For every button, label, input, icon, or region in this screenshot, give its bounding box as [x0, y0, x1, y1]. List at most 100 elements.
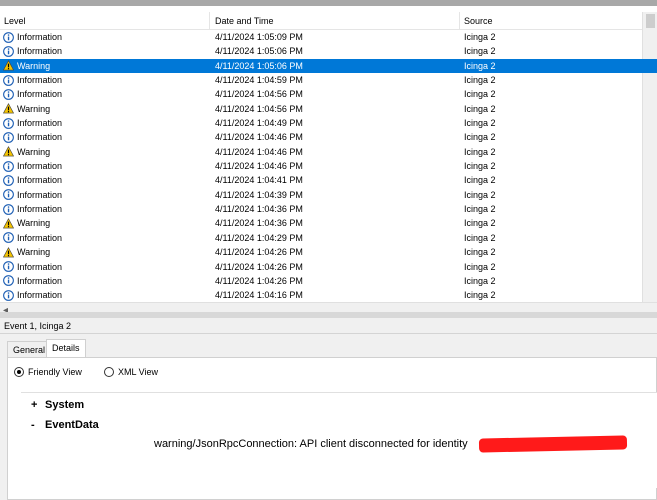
event-detail-pane: Event 1, Icinga 2 General Details Friend…: [0, 318, 657, 500]
level-cell: Warning: [2, 102, 50, 116]
level-cell: Information: [3, 260, 62, 274]
information-icon: [3, 88, 14, 100]
event-row[interactable]: Information 4/11/2024 1:04:39 PM Icinga 2: [0, 188, 657, 202]
event-list-grid: Level Date and Time Source Information 4/…: [0, 0, 657, 318]
date-time-cell: 4/11/2024 1:04:56 PM: [215, 89, 303, 100]
xml-view-radio[interactable]: XML View: [104, 367, 158, 377]
level-text: Information: [17, 175, 63, 186]
source-cell: Icinga 2: [464, 46, 496, 57]
event-row[interactable]: Information 4/11/2024 1:04:49 PM Icinga 2: [0, 116, 657, 130]
source-cell: Icinga 2: [464, 60, 496, 71]
level-cell: Information: [3, 274, 62, 288]
level-text: Information: [17, 46, 63, 57]
event-row[interactable]: Information 4/11/2024 1:04:26 PM Icinga 2: [0, 274, 657, 288]
xml-view-label: XML View: [118, 367, 159, 377]
date-time-cell: 4/11/2024 1:04:29 PM: [215, 232, 303, 243]
source-cell: Icinga 2: [464, 75, 496, 86]
event-row[interactable]: Information 4/11/2024 1:05:06 PM Icinga 2: [0, 44, 657, 58]
level-text: Information: [17, 161, 63, 172]
warning-icon: [2, 103, 15, 114]
event-row[interactable]: Information 4/11/2024 1:04:16 PM Icinga 2: [0, 288, 657, 302]
level-cell: Warning: [2, 245, 51, 259]
date-time-cell: 4/11/2024 1:04:46 PM: [215, 132, 303, 143]
column-header-row: Level Date and Time Source: [0, 12, 642, 30]
expand-icon[interactable]: +: [31, 399, 45, 411]
information-icon: [3, 275, 14, 287]
level-cell: Information: [3, 231, 62, 245]
event-row[interactable]: Information 4/11/2024 1:04:46 PM Icinga 2: [0, 159, 657, 173]
level-cell: Warning: [2, 59, 50, 73]
date-time-cell: 4/11/2024 1:04:46 PM: [215, 161, 303, 172]
event-data-message: warning/JsonRpcConnection: API client di…: [154, 438, 468, 450]
event-row[interactable]: Information 4/11/2024 1:05:09 PM Icinga 2: [0, 30, 657, 44]
level-text: Information: [17, 75, 63, 86]
event-row[interactable]: Warning 4/11/2024 1:04:26 PM Icinga 2: [0, 245, 657, 259]
event-row[interactable]: Information 4/11/2024 1:04:46 PM Icinga 2: [0, 130, 657, 144]
radio-unselected-icon[interactable]: [104, 367, 114, 377]
date-time-cell: 4/11/2024 1:05:09 PM: [215, 32, 303, 42]
scrollbar-thumb[interactable]: [646, 14, 655, 28]
friendly-view-radio[interactable]: Friendly View: [14, 367, 82, 377]
event-detail-title: Event 1, Icinga 2: [0, 318, 657, 334]
level-text: Information: [17, 275, 63, 286]
column-header-level[interactable]: Level: [0, 12, 210, 30]
level-text: Information: [17, 32, 63, 42]
information-icon: [3, 189, 14, 201]
radio-selected-icon[interactable]: [14, 367, 24, 377]
level-cell: Warning: [2, 216, 51, 230]
level-cell: Information: [3, 188, 62, 202]
source-cell: Icinga 2: [464, 32, 496, 42]
collapse-icon[interactable]: -: [31, 419, 45, 431]
level-cell: Warning: [2, 145, 51, 159]
source-cell: Icinga 2: [464, 189, 496, 200]
information-icon: [3, 74, 14, 86]
date-time-cell: 4/11/2024 1:04:36 PM: [215, 218, 303, 229]
level-cell: Information: [3, 87, 62, 101]
event-row[interactable]: Information 4/11/2024 1:04:36 PM Icinga 2: [0, 202, 657, 216]
details-panel: Friendly View XML View + System - EventDat…: [7, 357, 657, 500]
redaction-mark: [478, 435, 628, 453]
source-cell: Icinga 2: [464, 146, 496, 157]
eventdata-node[interactable]: - EventData: [31, 419, 99, 431]
level-cell: Information: [3, 44, 62, 58]
friendly-view-label: Friendly View: [28, 367, 82, 377]
date-time-cell: 4/11/2024 1:04:16 PM: [215, 290, 303, 301]
level-cell: Information: [3, 30, 62, 44]
information-icon: [3, 117, 14, 129]
date-time-cell: 4/11/2024 1:04:56 PM: [215, 103, 303, 114]
source-cell: Icinga 2: [464, 161, 496, 172]
event-row[interactable]: Warning 4/11/2024 1:04:56 PM Icinga 2: [0, 102, 657, 116]
column-header-date-time[interactable]: Date and Time: [211, 12, 460, 30]
event-row[interactable]: Information 4/11/2024 1:04:29 PM Icinga 2: [0, 231, 657, 245]
source-cell: Icinga 2: [464, 261, 496, 272]
tab-details[interactable]: Details: [46, 339, 86, 357]
source-cell: Icinga 2: [464, 218, 496, 229]
friendly-view-content: + System - EventData warning/JsonRpcConnec…: [21, 392, 657, 488]
event-row[interactable]: Information 4/11/2024 1:04:59 PM Icinga 2: [0, 73, 657, 87]
event-row[interactable]: Information 4/11/2024 1:04:56 PM Icinga 2: [0, 87, 657, 101]
level-text: Warning: [17, 218, 51, 229]
date-time-cell: 4/11/2024 1:04:26 PM: [215, 275, 303, 286]
information-icon: [3, 31, 14, 43]
level-text: Warning: [17, 247, 51, 258]
column-header-source[interactable]: Source: [460, 12, 642, 30]
system-node-label: System: [45, 399, 85, 411]
level-text: Information: [17, 261, 63, 272]
level-text: Warning: [17, 146, 51, 157]
date-time-cell: 4/11/2024 1:04:49 PM: [215, 118, 303, 129]
eventdata-node-label: EventData: [45, 419, 99, 431]
event-row[interactable]: Warning 4/11/2024 1:05:06 PM Icinga 2: [0, 58, 657, 74]
information-icon: [3, 160, 14, 172]
event-row[interactable]: Information 4/11/2024 1:04:26 PM Icinga 2: [0, 260, 657, 274]
tab-general[interactable]: General: [7, 341, 52, 357]
level-text: Information: [17, 132, 63, 143]
system-node[interactable]: + System: [31, 399, 84, 411]
date-time-cell: 4/11/2024 1:04:41 PM: [215, 175, 303, 186]
source-cell: Icinga 2: [464, 89, 496, 100]
event-row[interactable]: Warning 4/11/2024 1:04:36 PM Icinga 2: [0, 216, 657, 230]
source-cell: Icinga 2: [464, 118, 496, 129]
source-cell: Icinga 2: [464, 247, 496, 258]
information-icon: [3, 203, 14, 215]
event-row[interactable]: Warning 4/11/2024 1:04:46 PM Icinga 2: [0, 145, 657, 159]
event-row[interactable]: Information 4/11/2024 1:04:41 PM Icinga 2: [0, 173, 657, 187]
